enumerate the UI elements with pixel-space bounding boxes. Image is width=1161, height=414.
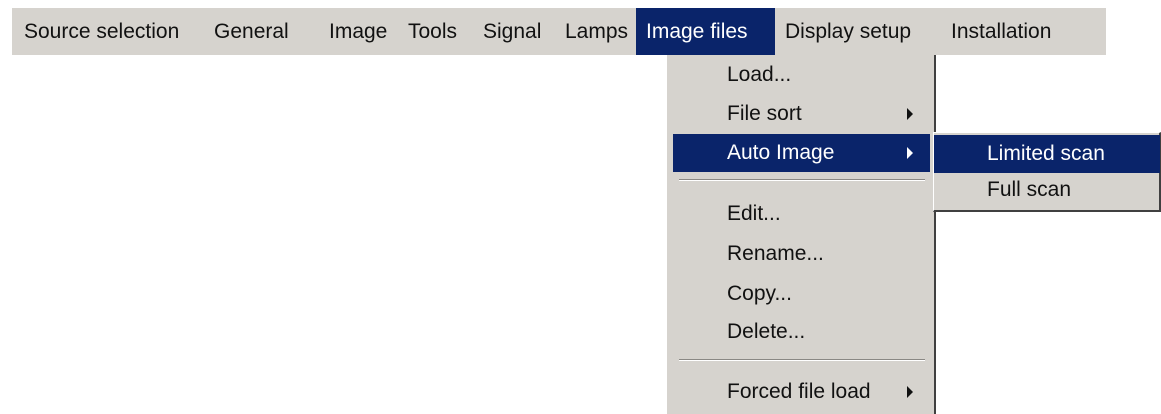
menu-item-label: File sort — [727, 102, 802, 125]
menu-item-label: Edit... — [727, 202, 781, 225]
menu-item-forced-file-load[interactable]: Forced file load — [673, 373, 930, 411]
menu-item-file-sort[interactable]: File sort — [673, 95, 930, 133]
menu-lamps[interactable]: Lamps — [555, 8, 636, 55]
menu-image-files[interactable]: Image files — [636, 8, 775, 55]
menu-item-label: Copy... — [727, 282, 792, 305]
menu-tools[interactable]: Tools — [398, 8, 473, 55]
submenu-arrow-icon — [907, 386, 913, 398]
menu-item-label: Full scan — [987, 178, 1072, 201]
menu-source-selection[interactable]: Source selection — [12, 8, 204, 55]
menu-item-auto-image[interactable]: Auto Image — [673, 134, 930, 172]
menu-item-label: Auto Image — [727, 141, 835, 164]
menu-item-full-scan[interactable]: Full scan — [934, 171, 1160, 209]
menu-item-load[interactable]: Load... — [673, 56, 930, 94]
menu-image[interactable]: Image — [319, 8, 398, 55]
menu-display-setup[interactable]: Display setup — [775, 8, 941, 55]
menu-item-edit[interactable]: Edit... — [673, 195, 930, 233]
menu-item-limited-scan[interactable]: Limited scan — [934, 135, 1160, 173]
submenu-arrow-icon — [907, 147, 913, 159]
menu-item-delete[interactable]: Delete... — [673, 313, 930, 351]
menu-separator — [679, 359, 925, 361]
menu-item-label: Forced file load — [727, 380, 871, 403]
menu-signal[interactable]: Signal — [473, 8, 555, 55]
image-files-dropdown: Load... File sort Auto Image Edit... Ren… — [666, 55, 936, 414]
menu-separator — [679, 179, 925, 181]
menu-installation[interactable]: Installation — [941, 8, 1061, 55]
menu-bar: Source selection General Image Tools Sig… — [12, 8, 1106, 55]
menu-item-label: Delete... — [727, 320, 806, 343]
menu-item-label: Limited scan — [987, 142, 1105, 165]
menu-item-label: Rename... — [727, 242, 824, 265]
menu-item-rename[interactable]: Rename... — [673, 235, 930, 273]
menu-item-label: Load... — [727, 63, 792, 86]
submenu-arrow-icon — [907, 108, 913, 120]
auto-image-submenu: Limited scan Full scan — [933, 132, 1161, 212]
menu-general[interactable]: General — [204, 8, 319, 55]
menu-item-copy[interactable]: Copy... — [673, 275, 930, 313]
